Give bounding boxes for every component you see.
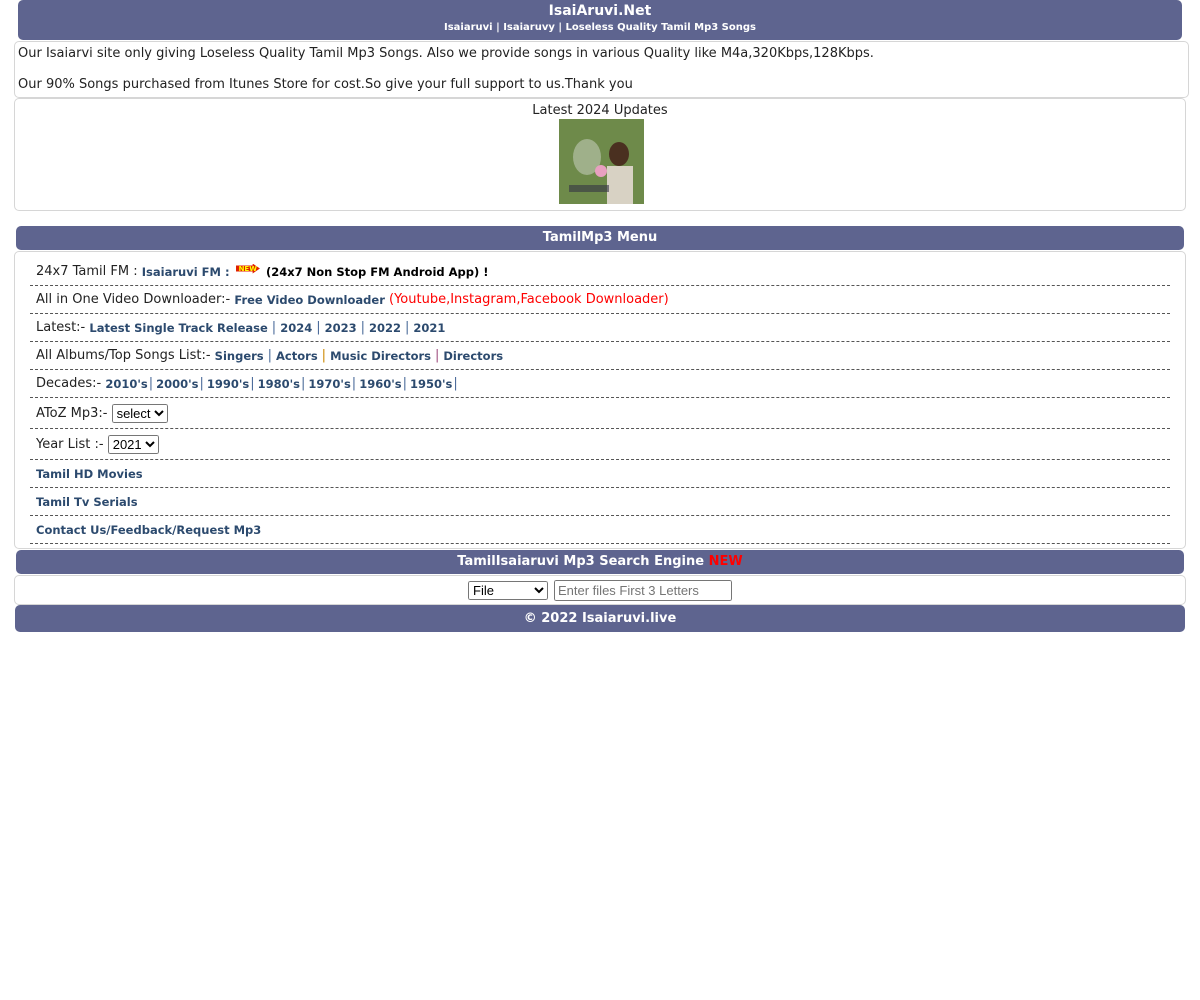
latest-2021-link[interactable]: 2021 — [413, 321, 445, 335]
singers-link[interactable]: Singers — [215, 349, 264, 363]
menu-row-video: All in One Video Downloader:- Free Video… — [30, 286, 1170, 314]
menu-row-latest: Latest:- Latest Single Track Release | 202… — [30, 314, 1170, 342]
decade-link[interactable]: 1980's — [258, 377, 300, 391]
menu-row-decades: Decades:- 2010's | 2000's | 1990's | 1980's | 19… — [30, 370, 1170, 398]
new-arrow-icon: NEW — [235, 263, 260, 274]
site-title: IsaiAruvi.Net — [548, 3, 652, 19]
atoz-select[interactable]: select — [111, 403, 168, 423]
decade-link[interactable]: 1950's — [410, 377, 452, 391]
updates-box: Latest 2024 Updates — [14, 98, 1186, 211]
site-header: IsaiAruvi.Net Isaiaruvi | Isaiaruvy | Lo… — [18, 0, 1182, 40]
latest-2022-link[interactable]: 2022 — [369, 321, 401, 335]
info-line-2: Our 90% Songs purchased from Itunes Stor… — [18, 77, 633, 92]
music-directors-link[interactable]: Music Directors — [330, 349, 431, 363]
label: AToZ Mp3:- — [36, 405, 112, 421]
decade-link[interactable]: 2000's — [156, 377, 198, 391]
label: Latest:- — [36, 320, 90, 335]
free-video-downloader-link[interactable]: Free Video Downloader — [234, 293, 385, 307]
latest-2023-link[interactable]: 2023 — [325, 321, 357, 335]
search-type-select[interactable]: File — [468, 580, 548, 600]
menu-row-tv-serials: Tamil Tv Serials — [30, 488, 1170, 516]
menu-row-hd-movies: Tamil HD Movies — [30, 460, 1170, 488]
decade-link[interactable]: 1960's — [359, 377, 401, 391]
label: Year List :- — [36, 436, 108, 452]
site-subtitle: Isaiaruvi | Isaiaruvy | Loseless Quality… — [444, 22, 756, 33]
fm-app-text[interactable]: (24x7 Non Stop FM Android App) ! — [266, 265, 489, 279]
menu-header: TamilMp3 Menu — [16, 226, 1184, 250]
footer: © 2022 Isaiaruvi.live — [15, 605, 1185, 632]
label: Decades:- — [36, 376, 106, 391]
actors-link[interactable]: Actors — [276, 349, 318, 363]
menu-row-albums: All Albums/Top Songs List:- Singers | Acto… — [30, 342, 1170, 370]
decade-link[interactable]: 1990's — [207, 377, 249, 391]
menu-row-year: Year List :- 2021 — [30, 429, 1170, 460]
label: 24x7 Tamil FM : — [36, 264, 142, 279]
search-input[interactable] — [554, 579, 732, 601]
contact-link[interactable]: Contact Us/Feedback/Request Mp3 — [36, 523, 261, 537]
tamil-hd-movies-link[interactable]: Tamil HD Movies — [36, 467, 143, 481]
info-line-1: Our Isaiarvi site only giving Loseless Q… — [18, 46, 874, 61]
album-cover-image[interactable] — [559, 119, 644, 204]
tamil-tv-serials-link[interactable]: Tamil Tv Serials — [36, 495, 138, 509]
label: All in One Video Downloader:- — [36, 292, 235, 307]
new-badge: NEW — [708, 554, 743, 569]
latest-2024-link[interactable]: 2024 — [280, 321, 312, 335]
info-box: Our Isaiarvi site only giving Loseless Q… — [14, 41, 1189, 98]
search-header: TamilIsaiaruvi Mp3 Search Engine NEW — [16, 550, 1184, 574]
menu-box: 24x7 Tamil FM : Isaiaruvi FM : NEW (24x7 N… — [14, 251, 1186, 549]
directors-link[interactable]: Directors — [443, 349, 503, 363]
latest-single-link[interactable]: Latest Single Track Release — [89, 321, 267, 335]
decade-link[interactable]: 2010's — [105, 377, 147, 391]
year-select[interactable]: 2021 — [107, 434, 159, 454]
menu-row-contact: Contact Us/Feedback/Request Mp3 — [30, 516, 1170, 544]
decade-link[interactable]: 1970's — [308, 377, 350, 391]
search-title: TamilIsaiaruvi Mp3 Search Engine — [457, 554, 705, 569]
search-box: File — [14, 575, 1186, 605]
menu-row-fm: 24x7 Tamil FM : Isaiaruvi FM : NEW (24x7 N… — [30, 258, 1170, 286]
video-note: (Youtube,Instagram,Facebook Downloader) — [384, 292, 669, 307]
updates-title: Latest 2024 Updates — [532, 103, 668, 118]
label: All Albums/Top Songs List:- — [36, 348, 215, 363]
menu-row-atoz: AToZ Mp3:- select — [30, 398, 1170, 429]
isaiaruvi-fm-link[interactable]: Isaiaruvi FM : — [142, 265, 230, 279]
